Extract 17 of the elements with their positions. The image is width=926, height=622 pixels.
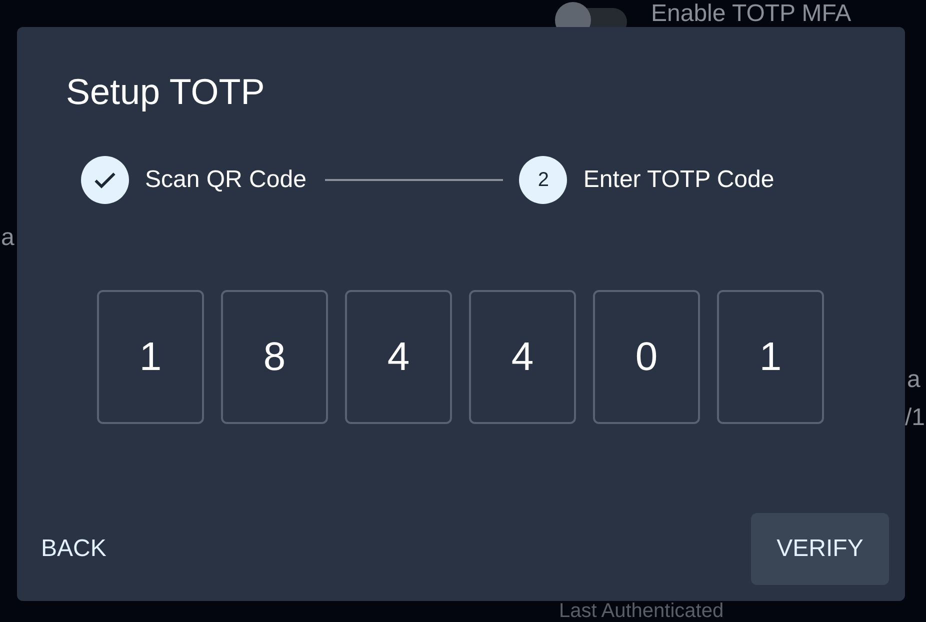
code-digit-field[interactable]: 0 <box>593 290 700 424</box>
background-text: a <box>907 366 920 394</box>
back-button[interactable]: BACK <box>17 525 130 573</box>
background-label: Last Authenticated <box>559 601 724 621</box>
step-label: Scan QR Code <box>145 166 306 194</box>
verify-button[interactable]: VERIFY <box>751 513 889 585</box>
step-number: 2 <box>519 156 568 204</box>
dialog-title: Setup TOTP <box>66 71 265 113</box>
code-digit-field[interactable]: 1 <box>97 290 204 424</box>
code-digit-field[interactable]: 8 <box>221 290 328 424</box>
code-digit-field[interactable]: 4 <box>345 290 452 424</box>
background-text: /1 <box>905 404 926 432</box>
step-label: Enter TOTP Code <box>583 166 774 194</box>
toggle-label: Enable TOTP MFA <box>651 1 852 27</box>
code-digit-field[interactable]: 4 <box>469 290 576 424</box>
code-digit-field[interactable]: 1 <box>717 290 824 424</box>
background-text: a <box>1 224 14 252</box>
